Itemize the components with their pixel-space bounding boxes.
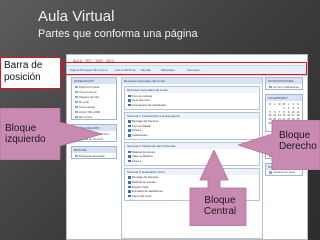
right-block-label: Bloque Derecho <box>279 130 317 152</box>
calendar-day[interactable]: V <box>291 103 295 106</box>
course-activity-label: Cierre del curso <box>132 193 152 198</box>
course-activity-label: Examen final <box>132 184 149 189</box>
block-link-label: No hay notificaciones <box>273 84 300 89</box>
activity-icon <box>128 94 131 98</box>
calendar-day[interactable]: L <box>273 103 277 106</box>
calendar-day[interactable]: S <box>296 103 300 106</box>
activity-icon <box>128 181 131 184</box>
block-link[interactable]: No hay notificaciones <box>266 84 302 89</box>
calendar-day[interactable]: 2 <box>287 107 291 110</box>
course-activity-label: Mensaje del Docente <box>132 119 159 124</box>
calendar-day[interactable]: M <box>282 103 286 106</box>
activity-icon <box>128 155 131 158</box>
block-link-label: Páginas del sitio <box>79 94 100 99</box>
course-activity-label: Material de lectura <box>132 149 156 154</box>
left-block-label: Bloque izquierdo <box>5 123 46 145</box>
activity-icon <box>128 103 131 107</box>
course-activity-label: Guía del curso <box>132 98 151 103</box>
block-link-label: Usuarios en línea <box>273 170 295 175</box>
block-link-label: Área personal <box>79 89 97 94</box>
course-activity-label: Mensaje del Docente <box>132 175 159 180</box>
activity-icon <box>128 134 131 137</box>
bullet-icon <box>75 90 78 94</box>
bullet-icon <box>75 95 78 99</box>
activity-icon <box>128 120 131 123</box>
position-bar-highlight <box>62 62 307 75</box>
block-link-label: Página Principal <box>79 84 100 89</box>
calendar-day[interactable]: 1 <box>282 107 286 110</box>
slide-title: Aula Virtual <box>38 8 115 25</box>
bullet-icon <box>269 85 272 89</box>
slide-subtitle: Partes que conforma una página <box>38 28 198 40</box>
course-activity-label: Material de estudio <box>132 180 156 185</box>
course-activity-label: Cronograma de actividades <box>132 102 167 107</box>
activity-icon <box>128 194 131 198</box>
calendar-day[interactable]: 3 <box>291 107 295 110</box>
calendar-day[interactable]: D <box>268 103 272 106</box>
course-activity-label: Tarea 1 <box>132 128 142 133</box>
activity-icon <box>128 185 131 189</box>
bullet-icon <box>75 85 78 89</box>
activity-icon <box>128 176 131 179</box>
bullet-icon <box>269 171 272 174</box>
activity-icon <box>128 99 131 102</box>
bullet-icon <box>75 100 78 104</box>
course-section: Recursos Generales del Curso Foro de noti… <box>124 86 260 110</box>
course-activity-label: Foro de debate <box>132 123 151 128</box>
center-column-header: Recursos Generales del Curso <box>122 78 262 84</box>
course-activity-label: Cuestionario <box>132 133 148 138</box>
calendar-day[interactable] <box>273 107 277 110</box>
center-block-label: Bloque Central <box>203 195 237 217</box>
course-activity-label: Video explicativo <box>132 154 153 159</box>
calendar-day[interactable]: J <box>287 103 291 106</box>
activity-icon <box>128 129 131 132</box>
block-link[interactable]: Usuarios en línea <box>266 170 302 175</box>
course-activity-label: Encuesta de satisfacción <box>132 189 163 194</box>
calendar-day[interactable] <box>277 107 281 110</box>
calendar-day[interactable] <box>268 107 272 110</box>
calendar-day[interactable]: M <box>277 103 281 106</box>
position-bar-label: Barra de posición <box>0 57 61 89</box>
activity-icon <box>128 150 131 154</box>
course-activity-label: Tarea 2 <box>132 158 142 163</box>
course-activity-label: Foro de noticias <box>132 93 152 98</box>
activity-icon <box>128 159 131 163</box>
calendar-day[interactable]: 4 <box>296 107 300 110</box>
block: NOTIFICACIONES No hay notificaciones <box>265 77 303 90</box>
activity-icon <box>128 190 131 193</box>
course-activity[interactable]: Cronograma de actividades <box>125 102 259 107</box>
block-link-label: Mi perfil <box>79 99 89 104</box>
activity-icon <box>128 124 131 128</box>
